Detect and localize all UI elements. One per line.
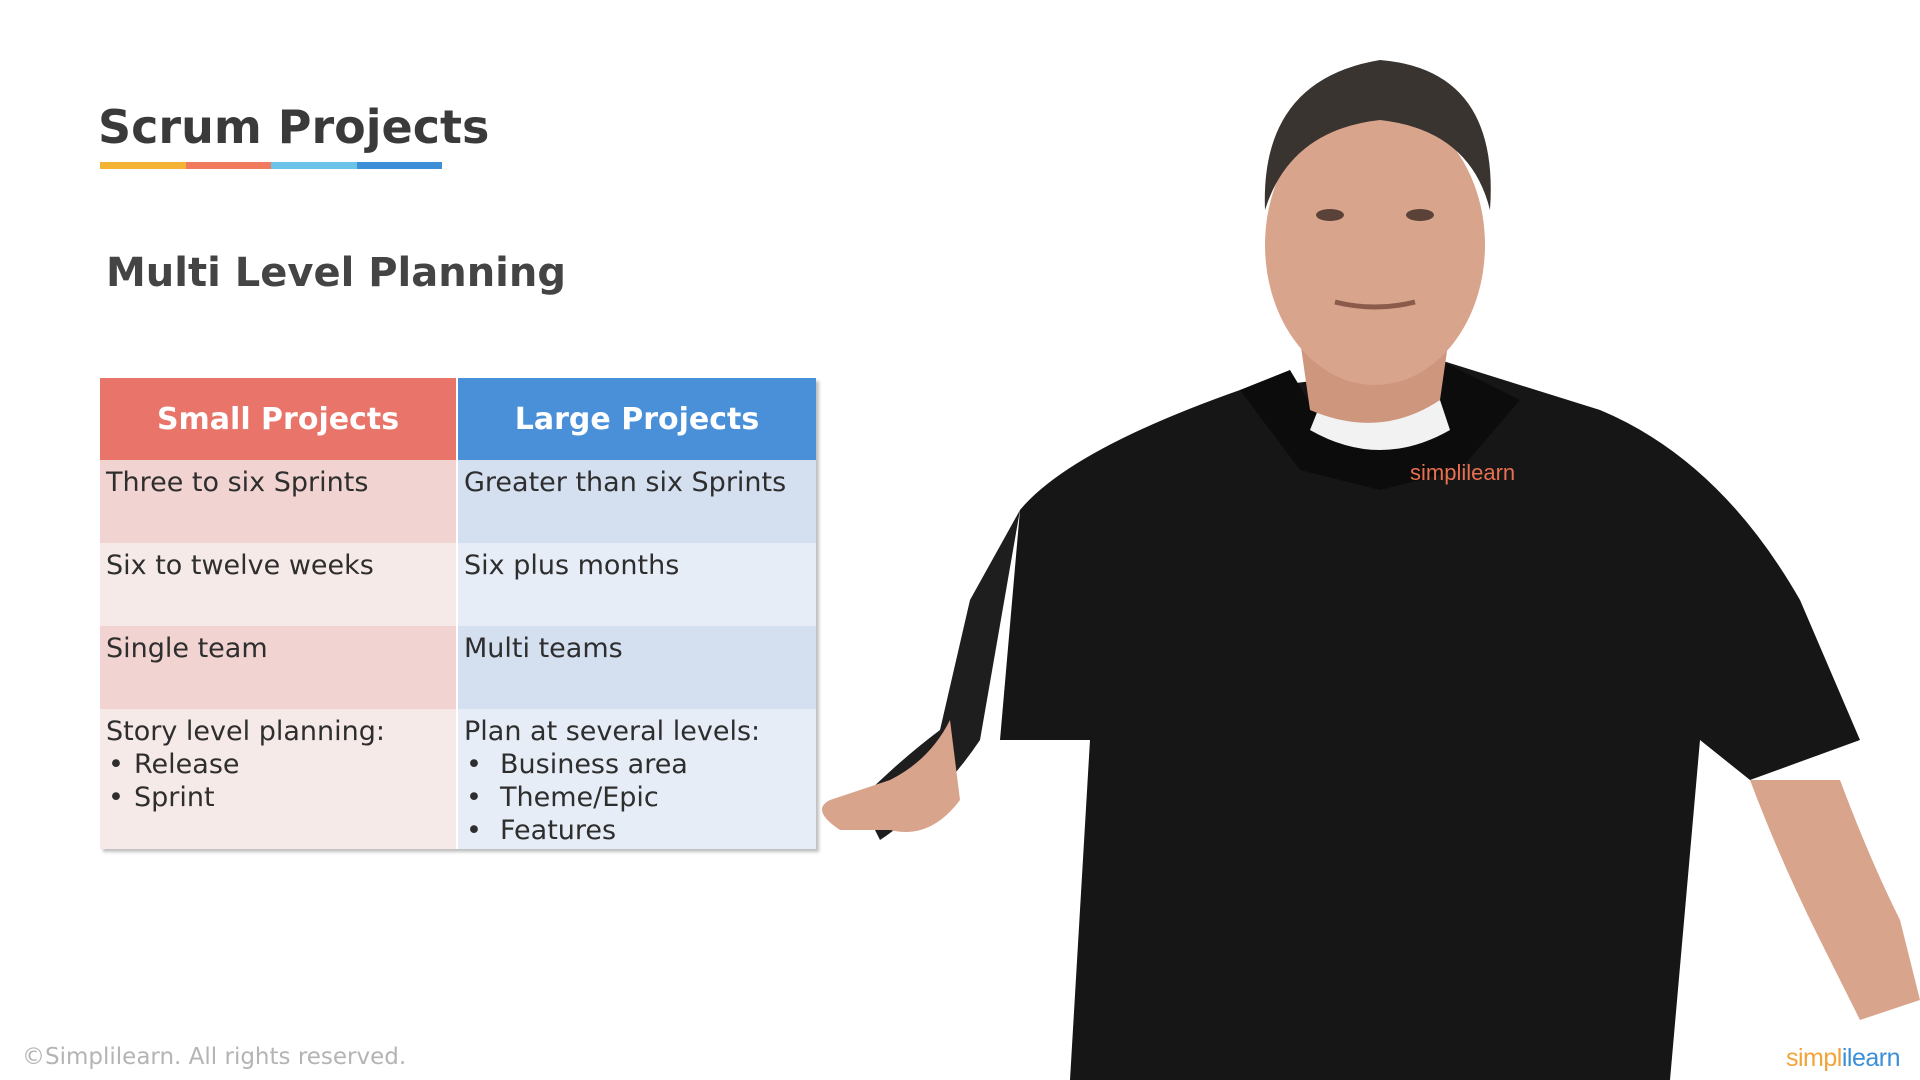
underline-segment bbox=[271, 162, 357, 169]
table-cell-small: Six to twelve weeks bbox=[100, 543, 458, 626]
table-cell-small: Three to six Sprints bbox=[100, 460, 458, 543]
logo-part: simpl bbox=[1786, 1044, 1842, 1072]
logo-part: ilearn bbox=[1841, 1044, 1901, 1072]
list-item: Business area bbox=[464, 748, 810, 781]
underline-segment bbox=[356, 162, 442, 169]
list-item: Theme/Epic bbox=[464, 781, 810, 814]
header-small-projects: Small Projects bbox=[100, 378, 458, 460]
copyright-text: ©Simplilearn. All rights reserved. bbox=[22, 1044, 407, 1070]
table-row: Story level planning: Release Sprint Pla… bbox=[100, 709, 816, 849]
table-cell-large: Greater than six Sprints bbox=[458, 460, 816, 543]
simplilearn-logo: simplilearn bbox=[1786, 1044, 1901, 1073]
list-item: Features bbox=[464, 814, 810, 847]
table-cell-large: Plan at several levels: Business area Th… bbox=[458, 709, 816, 849]
cell-heading: Plan at several levels: bbox=[464, 716, 761, 747]
table-header-row: Small Projects Large Projects bbox=[100, 378, 816, 460]
bullet-list: Business area Theme/Epic Features bbox=[464, 748, 810, 847]
table-cell-large: Six plus months bbox=[458, 543, 816, 626]
presenter-image: simplilearn bbox=[822, 60, 1920, 1080]
comparison-table: Small Projects Large Projects Three to s… bbox=[100, 378, 816, 849]
slide-subtitle: Multi Level Planning bbox=[106, 250, 566, 296]
cell-heading: Story level planning: bbox=[106, 716, 385, 747]
table-cell-small: Story level planning: Release Sprint bbox=[100, 709, 458, 849]
table-row: Single team Multi teams bbox=[100, 626, 816, 709]
underline-segment bbox=[100, 162, 186, 169]
table-cell-large: Multi teams bbox=[458, 626, 816, 709]
shirt-logo: simplilearn bbox=[1410, 460, 1515, 485]
bullet-list: Release Sprint bbox=[106, 748, 450, 814]
table-row: Six to twelve weeks Six plus months bbox=[100, 543, 816, 626]
table-row: Three to six Sprints Greater than six Sp… bbox=[100, 460, 816, 543]
header-large-projects: Large Projects bbox=[458, 378, 816, 460]
list-item: Sprint bbox=[106, 781, 450, 814]
list-item: Release bbox=[106, 748, 450, 781]
underline-segment bbox=[185, 162, 271, 169]
table-cell-small: Single team bbox=[100, 626, 458, 709]
slide-title: Scrum Projects bbox=[98, 100, 490, 154]
title-underline bbox=[100, 162, 442, 169]
